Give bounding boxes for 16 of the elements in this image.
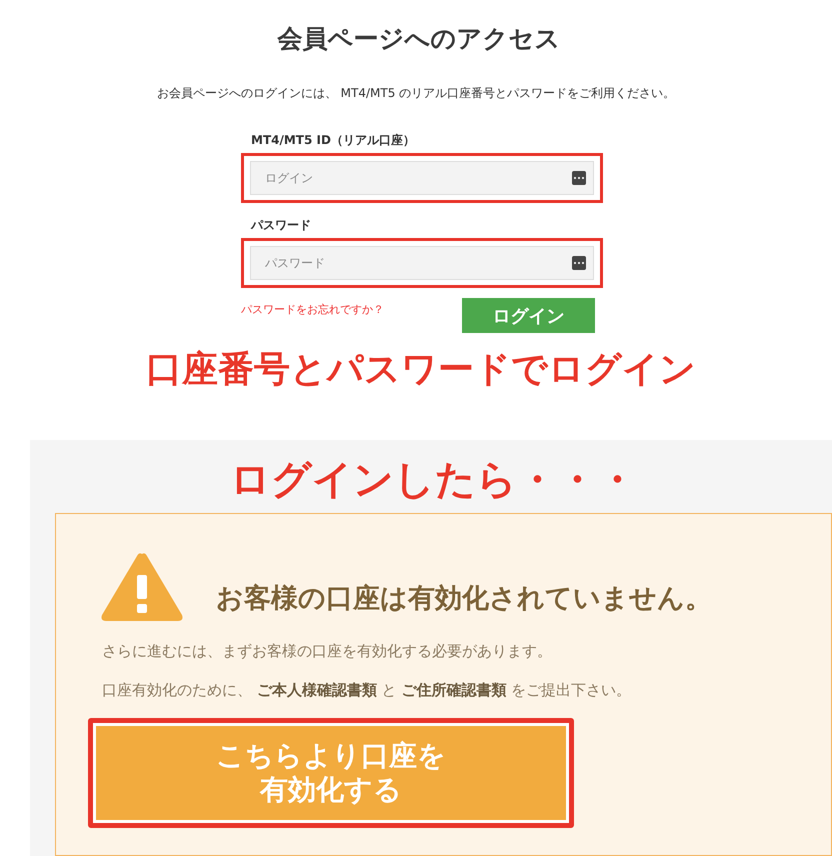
annotation-caption: ログインしたら・・・ (230, 456, 638, 505)
alert-text: さらに進むには、まずお客様の口座を有効化する必要があります。 (102, 642, 553, 661)
annotation-caption: 口座番号とパスワードでログイン (146, 348, 696, 392)
activate-account-button[interactable]: こちらより口座を 有効化する (93, 723, 569, 823)
field-label: MT4/MT5 ID（リアル口座） (250, 132, 416, 149)
field-label: パスワード (250, 217, 312, 234)
input-field[interactable]: ログイン (250, 161, 594, 195)
intro-text: お会員ページへのログインには、 MT4/MT5 のリアル口座番号とパスワードをご利用ください。 (156, 85, 676, 102)
alert-heading: お客様の口座は有効化されていません。 (216, 582, 712, 616)
input-field[interactable]: パスワード (250, 246, 594, 280)
forgot-password-link[interactable]: パスワードをお忘れですか？ (241, 298, 384, 317)
login-button[interactable]: ログイン (462, 298, 595, 333)
alert-text: 口座有効化のために、 ご本人様確認書類 と ご住所確認書類 をご提出下さい。 (102, 681, 632, 700)
keyboard-icon[interactable] (572, 256, 586, 270)
keyboard-icon[interactable] (572, 171, 586, 185)
page-title: 会員ページへのアクセス (278, 23, 560, 55)
